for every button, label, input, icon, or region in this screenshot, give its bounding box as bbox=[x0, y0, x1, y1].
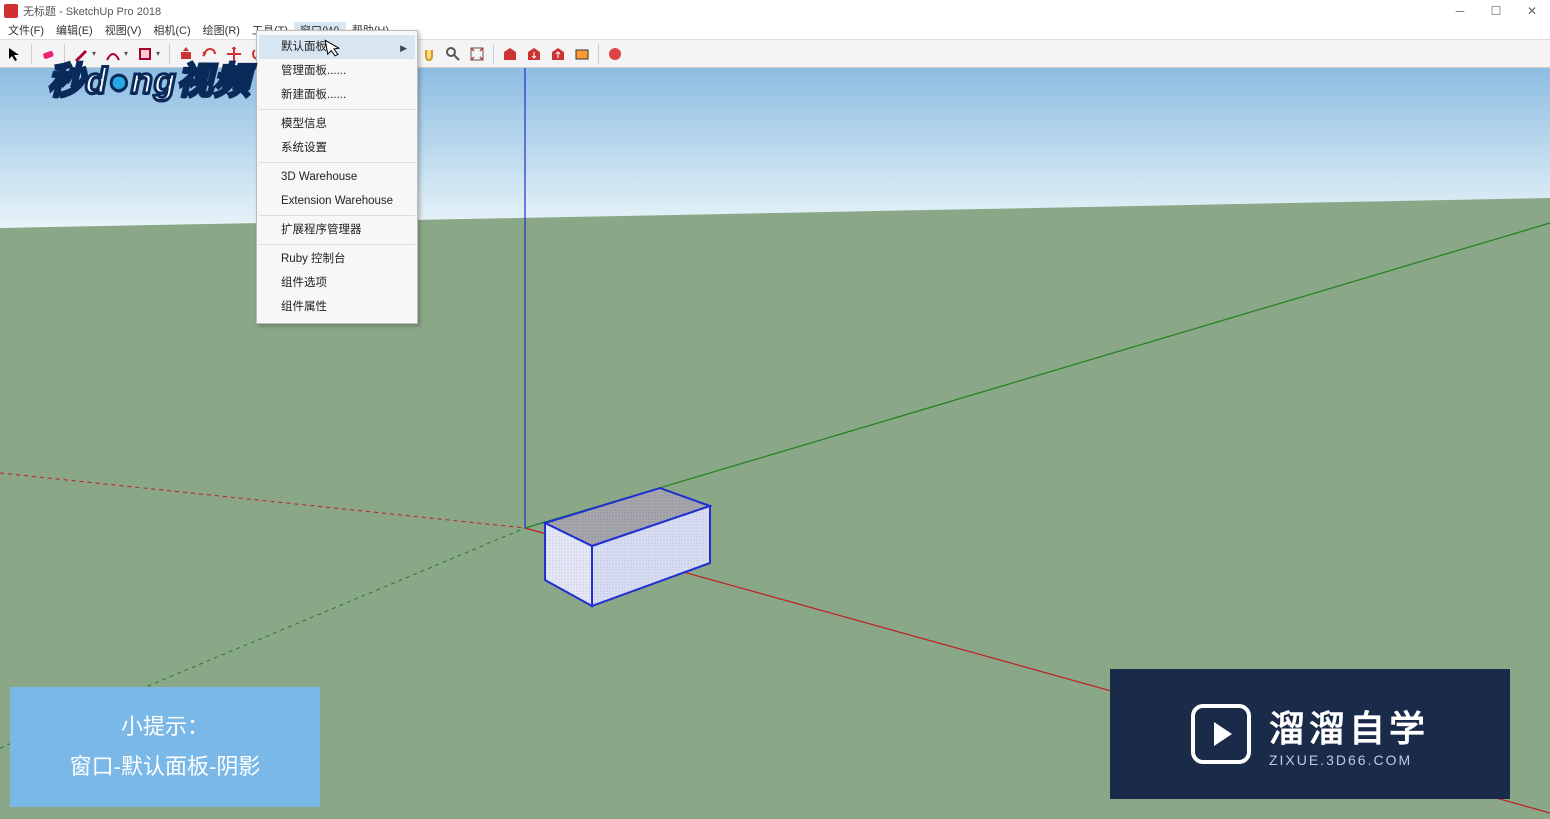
menu-view[interactable]: 视图(V) bbox=[99, 22, 148, 40]
toolbar-separator bbox=[31, 44, 32, 64]
menu-item-label: 新建面板...... bbox=[281, 89, 346, 101]
titlebar: 无标题 - SketchUp Pro 2018 ─ ☐ ✕ bbox=[0, 0, 1550, 22]
maximize-button[interactable]: ☐ bbox=[1478, 0, 1514, 22]
play-icon bbox=[1191, 704, 1251, 764]
close-button[interactable]: ✕ bbox=[1514, 0, 1550, 22]
menu-model-info[interactable]: 模型信息 bbox=[259, 112, 415, 136]
menu-camera[interactable]: 相机(C) bbox=[147, 22, 196, 40]
tip-body: 窗口-默认面板-阴影 bbox=[70, 747, 261, 787]
watermark-part1: 秒d bbox=[48, 60, 108, 101]
select-tool-icon[interactable] bbox=[4, 43, 26, 65]
minimize-button[interactable]: ─ bbox=[1442, 0, 1478, 22]
pan-tool-icon[interactable] bbox=[418, 43, 440, 65]
tip-title: 小提示： bbox=[121, 707, 209, 747]
menu-item-label: 3D Warehouse bbox=[281, 171, 357, 183]
submenu-arrow-icon: ▶ bbox=[400, 40, 407, 56]
menu-3d-warehouse[interactable]: 3D Warehouse bbox=[259, 165, 415, 189]
menu-item-label: 系统设置 bbox=[281, 142, 327, 154]
menu-item-label: 组件选项 bbox=[281, 277, 327, 289]
site-logo-overlay: 溜溜自学 ZIXUE.3D66.COM bbox=[1110, 669, 1510, 799]
menu-item-label: Extension Warehouse bbox=[281, 195, 393, 207]
menubar: 文件(F) 编辑(E) 视图(V) 相机(C) 绘图(R) 工具(T) 窗口(W… bbox=[0, 22, 1550, 40]
menu-extension-manager[interactable]: 扩展程序管理器 bbox=[259, 218, 415, 242]
zoom-tool-icon[interactable] bbox=[442, 43, 464, 65]
extension-warehouse-icon[interactable] bbox=[571, 43, 593, 65]
app-icon bbox=[4, 4, 18, 18]
menu-item-label: Ruby 控制台 bbox=[281, 253, 346, 265]
toolbar-separator bbox=[493, 44, 494, 64]
menu-ruby-console[interactable]: Ruby 控制台 bbox=[259, 247, 415, 271]
toolbar-separator bbox=[598, 44, 599, 64]
site-logo-cn: 溜溜自学 bbox=[1269, 700, 1429, 752]
menu-preferences[interactable]: 系统设置 bbox=[259, 136, 415, 160]
watermark-logo: 秒d●ng视频 bbox=[48, 52, 251, 104]
menu-item-label: 默认面板 bbox=[281, 41, 327, 53]
watermark-part3: 视频 bbox=[177, 60, 251, 101]
menu-draw[interactable]: 绘图(R) bbox=[197, 22, 246, 40]
watermark-part2: ng bbox=[131, 60, 177, 101]
menu-component-options[interactable]: 组件选项 bbox=[259, 271, 415, 295]
share-model-icon[interactable] bbox=[547, 43, 569, 65]
get-models-icon[interactable] bbox=[523, 43, 545, 65]
zoom-extents-tool-icon[interactable] bbox=[466, 43, 488, 65]
menu-component-attributes[interactable]: 组件属性 bbox=[259, 295, 415, 319]
3d-warehouse-icon[interactable] bbox=[499, 43, 521, 65]
menu-edit[interactable]: 编辑(E) bbox=[50, 22, 99, 40]
menu-manage-trays[interactable]: 管理面板...... bbox=[259, 59, 415, 83]
site-logo-en: ZIXUE.3D66.COM bbox=[1269, 752, 1429, 768]
window-title: 无标题 - SketchUp Pro 2018 bbox=[23, 3, 161, 19]
menu-item-label: 模型信息 bbox=[281, 118, 327, 130]
window-dropdown-menu: 默认面板 ▶ 管理面板...... 新建面板...... 模型信息 系统设置 3… bbox=[256, 30, 418, 324]
window-controls: ─ ☐ ✕ bbox=[1442, 0, 1550, 22]
tip-overlay: 小提示： 窗口-默认面板-阴影 bbox=[10, 687, 320, 807]
menu-item-label: 管理面板...... bbox=[281, 65, 346, 77]
menu-item-label: 组件属性 bbox=[281, 301, 327, 313]
layout-tool-icon[interactable] bbox=[604, 43, 626, 65]
menu-new-tray[interactable]: 新建面板...... bbox=[259, 83, 415, 107]
menu-extension-warehouse[interactable]: Extension Warehouse bbox=[259, 189, 415, 213]
menu-file[interactable]: 文件(F) bbox=[2, 22, 50, 40]
menu-item-label: 扩展程序管理器 bbox=[281, 224, 362, 236]
